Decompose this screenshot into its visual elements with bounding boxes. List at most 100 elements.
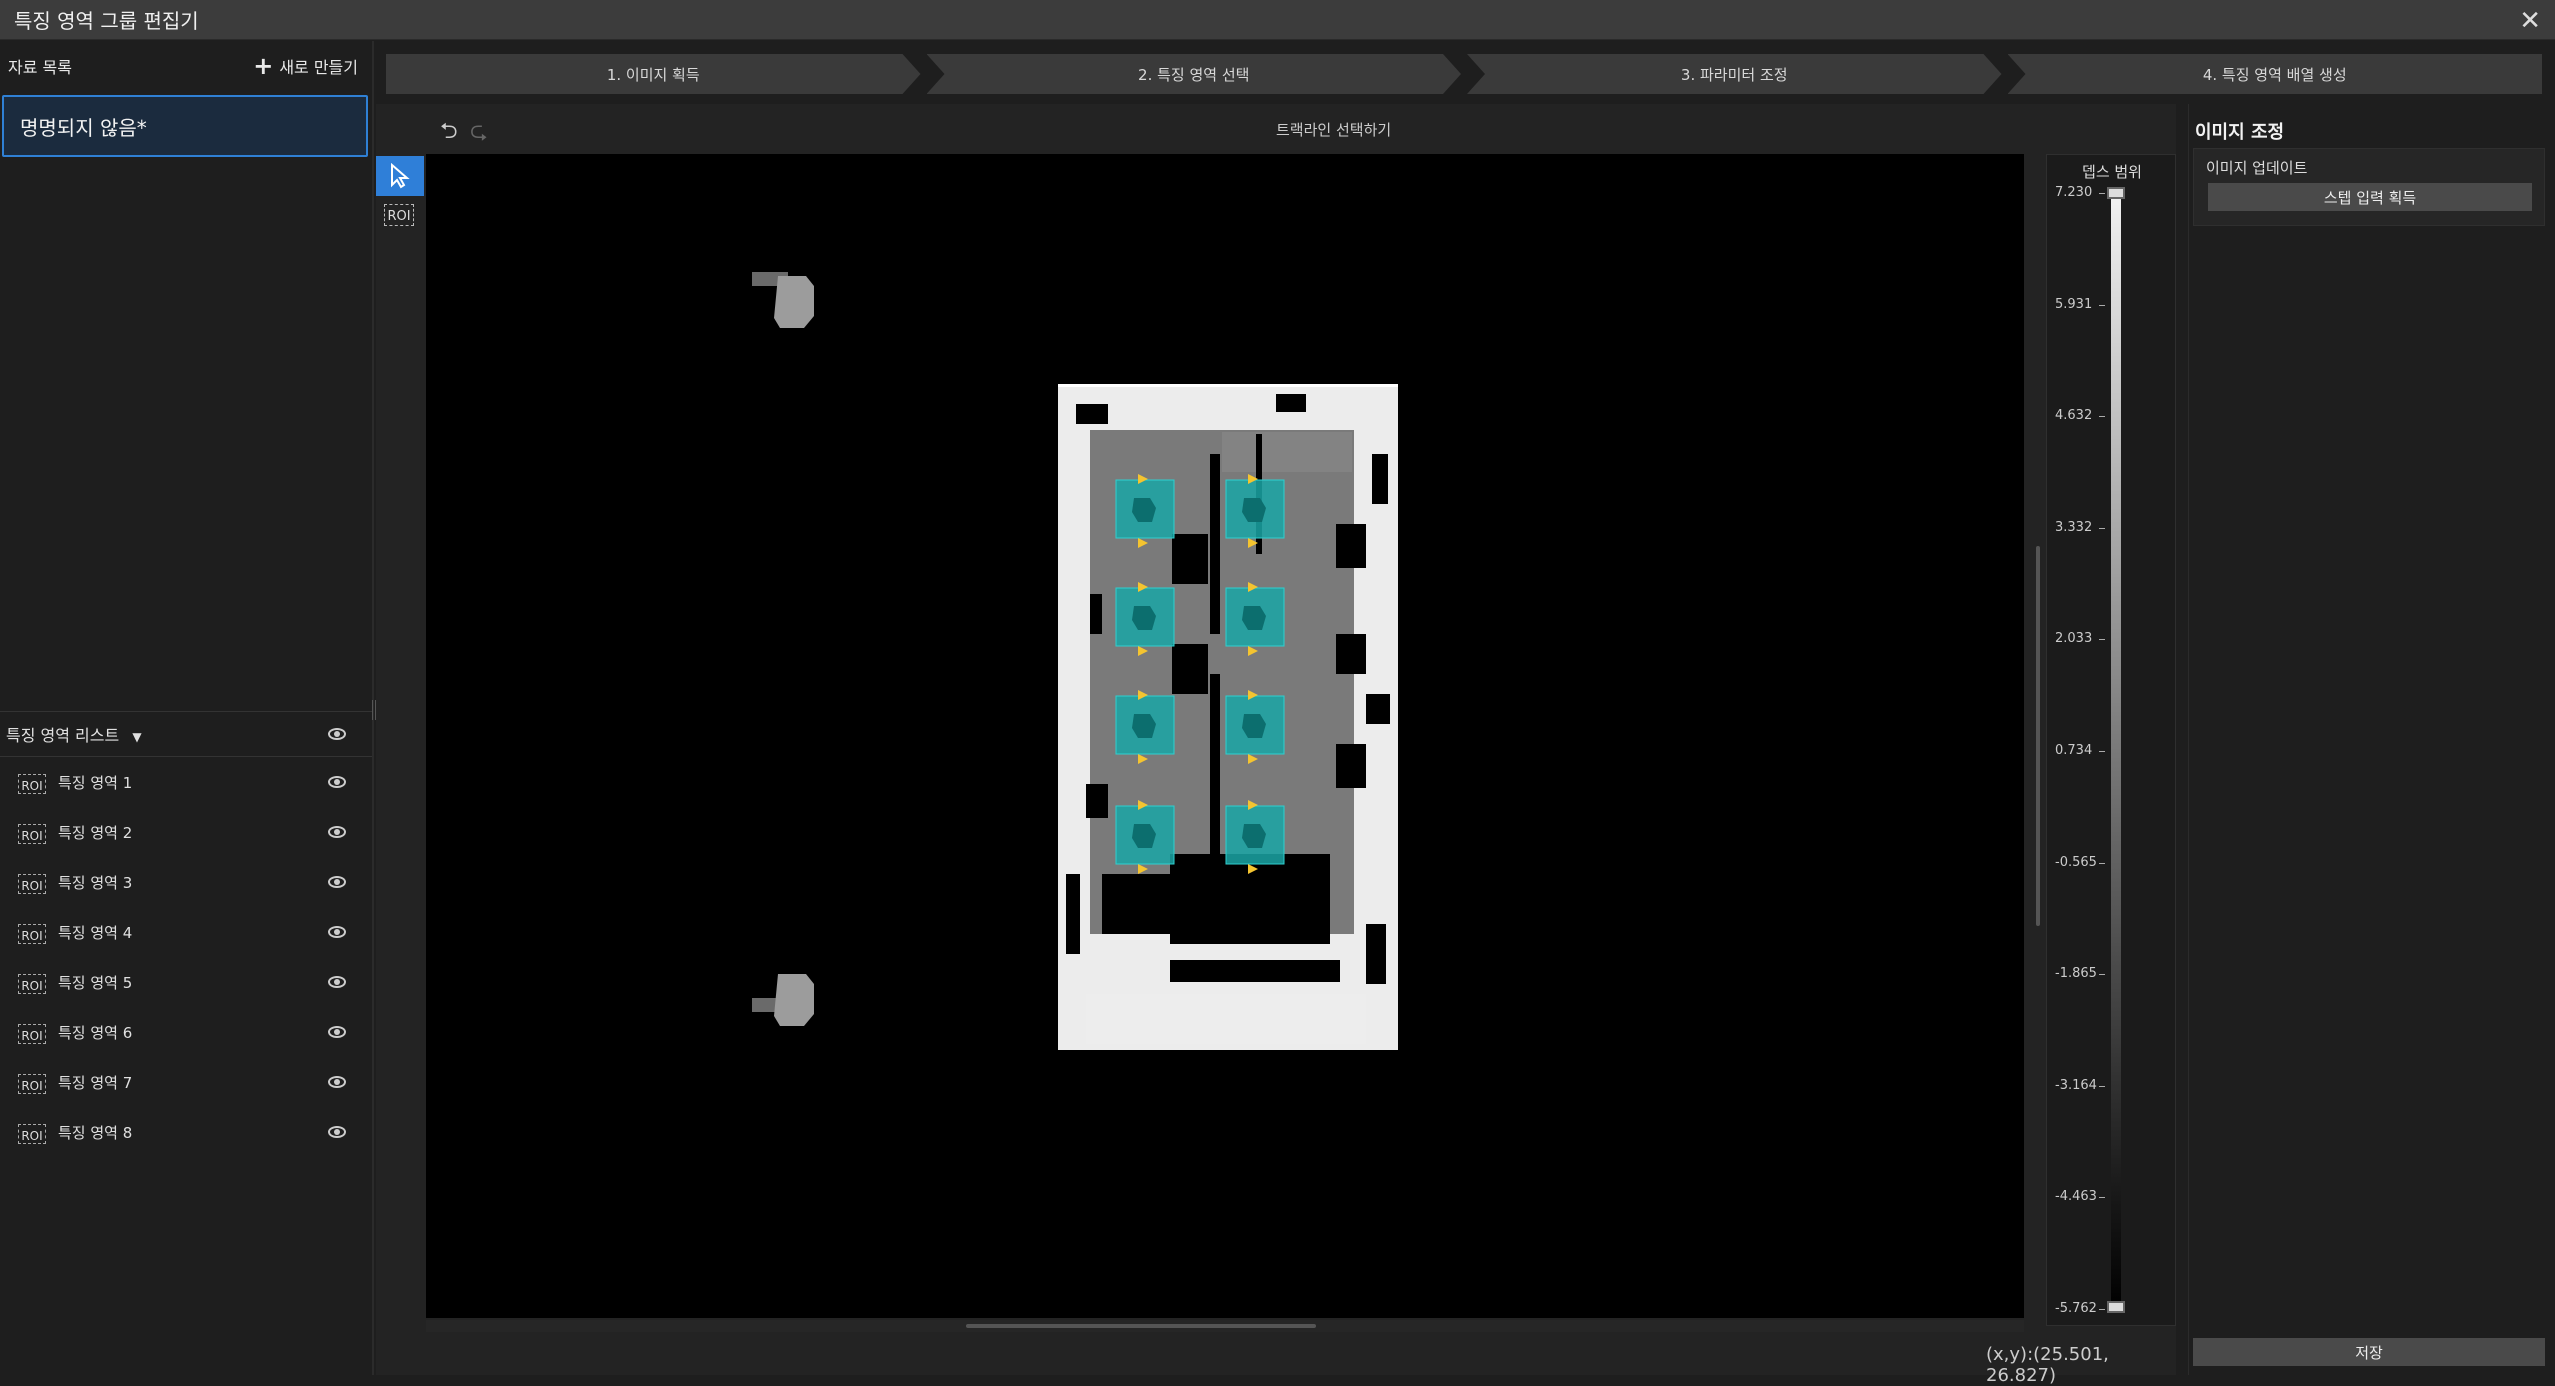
redo-icon[interactable]: ⮎ <box>470 114 488 152</box>
depth-tick-label: -5.762 <box>2047 1301 2105 1316</box>
step-1[interactable]: 1. 이미지 획득 <box>386 54 921 94</box>
roi-icon: ROI <box>18 824 46 844</box>
roi-box[interactable] <box>1225 800 1285 874</box>
roi-list-item[interactable]: ROI 특징 영역 8 <box>0 1107 372 1157</box>
roi-list-section: 특징 영역 리스트 ▼ ROI 특징 영역 1 ROI 특징 영역 2 ROI 특징 영역… <box>0 711 372 1157</box>
depth-tick-label: -4.463 <box>2047 1189 2105 1204</box>
depth-tick-label: -0.565 <box>2047 855 2105 870</box>
right-panel: 이미지 조정 이미지 업데이트 스텝 입력 획득 저장 <box>2188 104 2555 1375</box>
image-update-label: 이미지 업데이트 <box>2206 159 2308 177</box>
roi-list-item[interactable]: ROI 특징 영역 7 <box>0 1057 372 1107</box>
eye-icon[interactable] <box>328 876 346 888</box>
depth-tick-label: 5.931 <box>2047 297 2105 312</box>
roi-item-label-wrap: ROI 특징 영역 4 <box>18 922 133 944</box>
roi-list-item[interactable]: ROI 특징 영역 3 <box>0 857 372 907</box>
cursor-coordinates: (x,y):(25.501, 26.827) <box>1986 1344 2109 1386</box>
plus-icon: + <box>253 52 274 80</box>
depth-tick-label: 2.033 <box>2047 631 2105 646</box>
roi-item-label: 특징 영역 5 <box>58 973 133 992</box>
roi-box[interactable] <box>1225 690 1285 764</box>
capture-step-input-button[interactable]: 스텝 입력 획득 <box>2208 183 2532 211</box>
step-4[interactable]: 4. 특징 영역 배열 생성 <box>2007 54 2542 94</box>
close-icon[interactable]: ✕ <box>2519 6 2541 36</box>
roi-icon: ROI <box>18 1024 46 1044</box>
step-2[interactable]: 2. 특징 영역 선택 <box>927 54 1462 94</box>
image-update-group: 이미지 업데이트 스텝 입력 획득 <box>2193 148 2545 226</box>
roi-icon: ROI <box>18 1124 46 1144</box>
data-list-title: 자료 목록 <box>8 58 72 77</box>
depth-tick-label: -1.865 <box>2047 966 2105 981</box>
roi-list-item[interactable]: ROI 특징 영역 5 <box>0 957 372 1007</box>
horizontal-scrollbar[interactable] <box>426 1320 2024 1332</box>
depth-image-canvas[interactable] <box>426 154 2024 1318</box>
data-list-header: 자료 목록 + 새로 만들기 <box>0 41 372 91</box>
depth-max-handle[interactable] <box>2107 187 2125 199</box>
roi-item-label: 특징 영역 3 <box>58 873 133 892</box>
roi-box[interactable] <box>1225 582 1285 656</box>
depth-tick-label: 4.632 <box>2047 408 2105 423</box>
horizontal-scrollbar-thumb[interactable] <box>966 1324 1316 1328</box>
roi-box[interactable] <box>1115 800 1175 874</box>
depth-image <box>752 272 1398 1050</box>
image-adjust-title: 이미지 조정 <box>2195 122 2285 143</box>
roi-tool-button[interactable]: ROI <box>384 204 414 226</box>
left-panel: 자료 목록 + 새로 만들기 명명되지 않음* 특징 영역 리스트 ▼ ROI 특… <box>0 41 374 1375</box>
roi-box[interactable] <box>1225 474 1285 548</box>
roi-icon: ROI <box>18 974 46 994</box>
roi-icon: ROI <box>18 874 46 894</box>
image-view-area: ⮌ ⮎ 트랙라인 선택하기 ROI 뎁스 범위 7.230 5.931 4.63… <box>376 104 2176 1386</box>
roi-list-title-wrap[interactable]: 특징 영역 리스트 ▼ <box>6 722 142 746</box>
roi-item-label-wrap: ROI 특징 영역 5 <box>18 972 133 994</box>
roi-icon: ROI <box>18 774 46 794</box>
undo-icon[interactable]: ⮌ <box>440 114 458 152</box>
roi-box[interactable] <box>1115 582 1175 656</box>
depth-tick-label: 0.734 <box>2047 743 2105 758</box>
roi-item-label-wrap: ROI 특징 영역 7 <box>18 1072 133 1094</box>
roi-item-label-wrap: ROI 특징 영역 6 <box>18 1022 133 1044</box>
roi-box[interactable] <box>1115 690 1175 764</box>
caret-down-icon[interactable]: ▼ <box>132 730 141 744</box>
roi-item-label: 특징 영역 8 <box>58 1123 133 1142</box>
data-list-item-label: 명명되지 않음* <box>20 115 147 140</box>
roi-item-label: 특징 영역 1 <box>58 773 133 792</box>
eye-icon[interactable] <box>328 1076 346 1088</box>
depth-min-handle[interactable] <box>2107 1301 2125 1313</box>
roi-item-label: 특징 영역 7 <box>58 1073 133 1092</box>
roi-list-item[interactable]: ROI 특징 영역 6 <box>0 1007 372 1057</box>
roi-item-label-wrap: ROI 특징 영역 1 <box>18 772 133 794</box>
roi-item-label: 특징 영역 4 <box>58 923 133 942</box>
roi-item-label-wrap: ROI 특징 영역 2 <box>18 822 133 844</box>
current-tool-name: 트랙라인 선택하기 <box>1276 121 1392 139</box>
cursor-arrow-icon <box>391 163 410 189</box>
roi-icon: ROI <box>18 924 46 944</box>
roi-list-item[interactable]: ROI 특징 영역 2 <box>0 807 372 857</box>
roi-list-header[interactable]: 특징 영역 리스트 ▼ <box>0 711 372 757</box>
data-list-item-selected[interactable]: 명명되지 않음* <box>2 95 368 157</box>
roi-list-item[interactable]: ROI 특징 영역 4 <box>0 907 372 957</box>
eye-icon[interactable] <box>328 1026 346 1038</box>
vertical-scrollbar-thumb[interactable] <box>2036 546 2040 926</box>
eye-icon[interactable] <box>328 1126 346 1138</box>
roi-item-label-wrap: ROI 특징 영역 8 <box>18 1122 133 1144</box>
title-bar: 특징 영역 그룹 편집기 ✕ <box>0 0 2555 40</box>
roi-item-label: 특징 영역 6 <box>58 1023 133 1042</box>
window-title: 특징 영역 그룹 편집기 <box>14 9 199 33</box>
save-button[interactable]: 저장 <box>2193 1338 2545 1366</box>
depth-range-panel: 뎁스 범위 7.230 5.931 4.632 3.332 2.033 0.734 -0.5… <box>2046 154 2176 1326</box>
select-tool-button[interactable] <box>376 156 424 196</box>
eye-icon[interactable] <box>328 776 346 788</box>
eye-icon[interactable] <box>328 976 346 988</box>
eye-icon[interactable] <box>328 926 346 938</box>
depth-tick-label: -3.164 <box>2047 1078 2105 1093</box>
roi-box[interactable] <box>1115 474 1175 548</box>
eye-icon[interactable] <box>328 826 346 838</box>
eye-icon[interactable] <box>328 728 346 740</box>
roi-list-item[interactable]: ROI 특징 영역 1 <box>0 757 372 807</box>
roi-item-label: 특징 영역 2 <box>58 823 133 842</box>
new-button[interactable]: + 새로 만들기 <box>253 54 358 78</box>
depth-range-title: 뎁스 범위 <box>2082 163 2142 181</box>
roi-item-label-wrap: ROI 특징 영역 3 <box>18 872 133 894</box>
roi-icon: ROI <box>18 1074 46 1094</box>
step-3[interactable]: 3. 파라미터 조정 <box>1467 54 2002 94</box>
depth-gradient-bar <box>2111 193 2121 1309</box>
